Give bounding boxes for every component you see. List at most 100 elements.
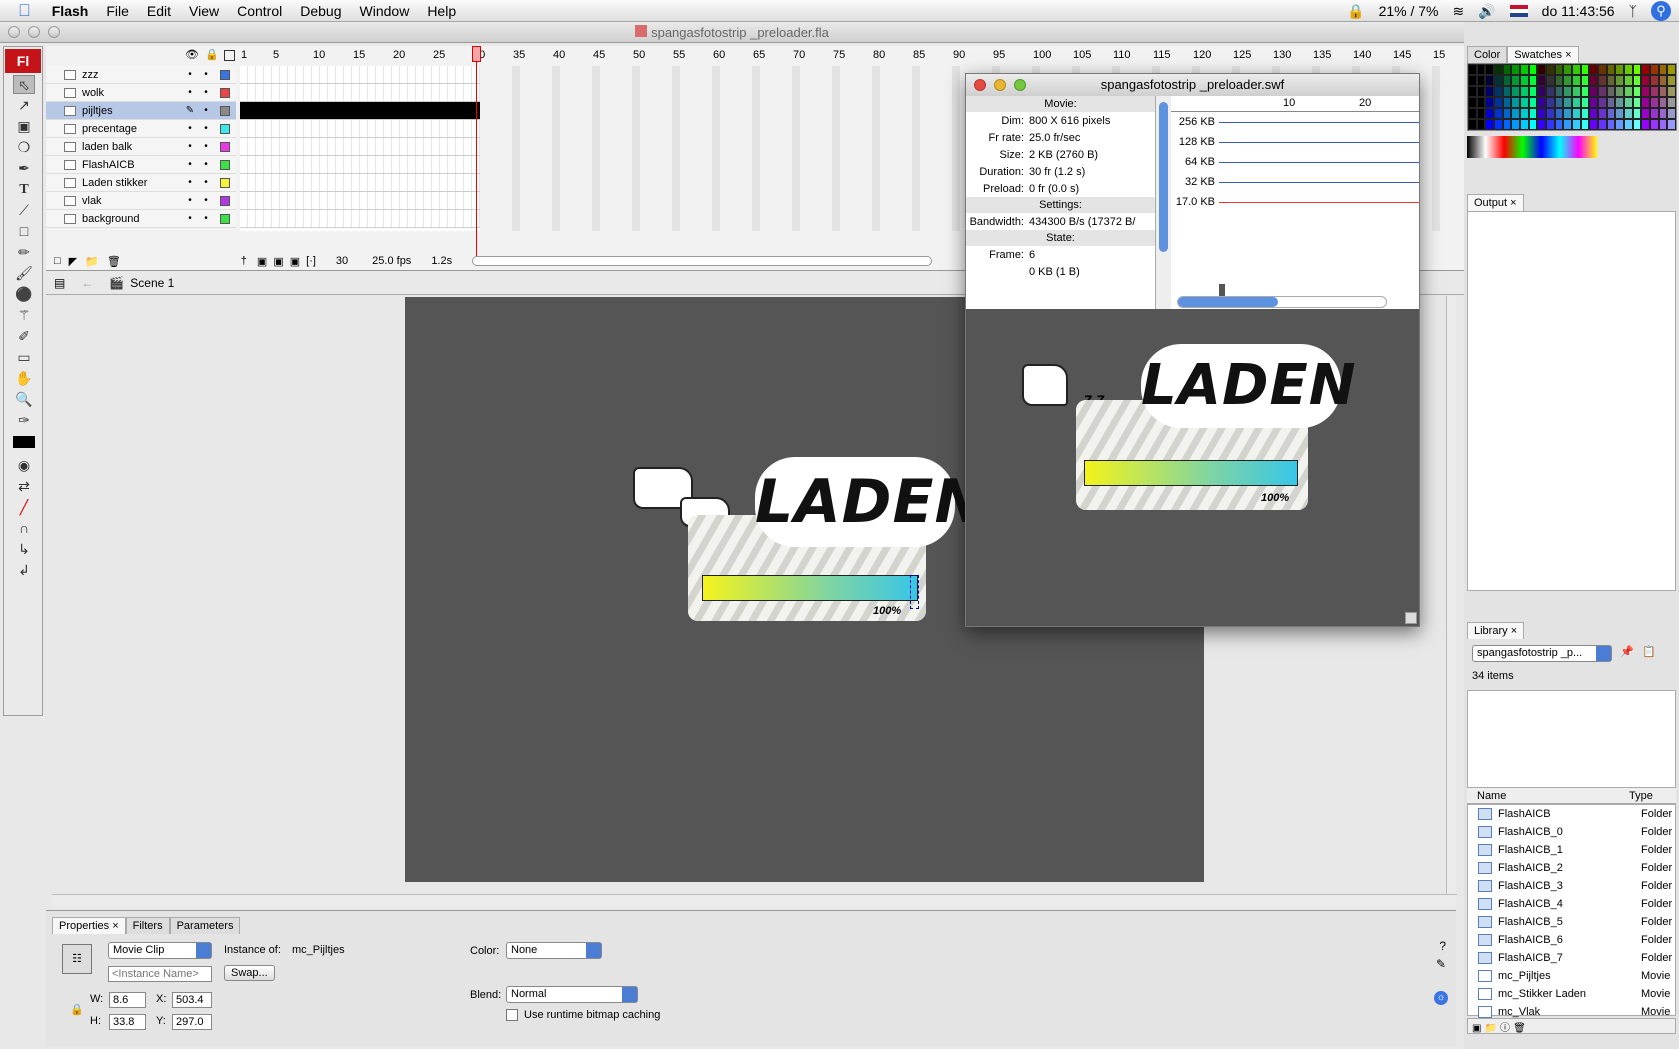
playhead-handle[interactable]: [472, 46, 481, 62]
swatch-cell[interactable]: [1546, 64, 1555, 75]
hand-tool-icon[interactable]: ✋: [13, 369, 35, 388]
apple-menu-icon[interactable]: : [0, 1, 43, 21]
swatch-cell[interactable]: [1658, 97, 1668, 108]
pen-tool-icon[interactable]: ✒: [13, 159, 35, 178]
layer-color[interactable]: [220, 87, 230, 98]
swatch-cell[interactable]: [1468, 86, 1477, 97]
swatch-cell[interactable]: [1641, 97, 1650, 108]
swatch-cell[interactable]: [1468, 97, 1477, 108]
swatch-cell[interactable]: [1598, 97, 1607, 108]
layer-row[interactable]: FlashAICB • •: [46, 156, 236, 174]
library-select[interactable]: spangasfotostrip _p...: [1472, 645, 1612, 662]
swatch-cell[interactable]: [1485, 119, 1494, 130]
swatch-cell[interactable]: [1641, 75, 1650, 86]
swatch-cell[interactable]: [1580, 75, 1590, 86]
list-item[interactable]: FlashAICB_7 Folder: [1468, 949, 1675, 967]
visibility-dot[interactable]: •: [198, 105, 214, 116]
swatch-cell[interactable]: [1494, 64, 1503, 75]
app-menu[interactable]: Flash: [43, 3, 98, 19]
swatch-cell[interactable]: [1641, 86, 1650, 97]
swatch-cell[interactable]: [1606, 64, 1616, 75]
visibility-dot[interactable]: •: [182, 213, 198, 224]
swatch-cell[interactable]: [1632, 64, 1642, 75]
brush-tool-icon[interactable]: 🖌: [13, 264, 35, 283]
swatch-cell[interactable]: [1563, 64, 1572, 75]
spotlight-icon[interactable]: ⚲: [1651, 1, 1671, 21]
list-item[interactable]: FlashAICB_1 Folder: [1468, 841, 1675, 859]
swatch-cell[interactable]: [1485, 86, 1494, 97]
swatch-cell[interactable]: [1520, 97, 1529, 108]
swatch-cell[interactable]: [1511, 75, 1520, 86]
swatch-cell[interactable]: [1572, 97, 1581, 108]
list-item[interactable]: mc_Stikker Laden Movie: [1468, 985, 1675, 1003]
onion-markers-icon[interactable]: [·]: [306, 255, 316, 267]
swatch-cell[interactable]: [1563, 86, 1572, 97]
col-name[interactable]: Name: [1477, 790, 1506, 802]
swatch-cell[interactable]: [1667, 64, 1676, 75]
close-icon[interactable]: ×: [1510, 197, 1516, 209]
frames-area[interactable]: [240, 66, 480, 231]
no-color-icon[interactable]: ╱: [13, 498, 35, 517]
bluetooth-icon[interactable]: ᛉ: [1629, 3, 1637, 19]
frame-row[interactable]: [240, 174, 480, 192]
swatch-cell[interactable]: [1468, 75, 1477, 86]
swatch-cell[interactable]: [1494, 86, 1503, 97]
frame-row[interactable]: [240, 138, 480, 156]
layer-row[interactable]: vlak • •: [46, 192, 236, 210]
lock-dot[interactable]: •: [198, 69, 214, 80]
swatch-cell[interactable]: [1589, 119, 1598, 130]
list-item[interactable]: FlashAICB_0 Folder: [1468, 823, 1675, 841]
onion-skin-icon[interactable]: ▣: [257, 255, 267, 268]
lock-dot[interactable]: •: [198, 177, 214, 188]
swatch-cell[interactable]: [1494, 108, 1503, 119]
swatch-cell[interactable]: [1485, 64, 1494, 75]
list-item[interactable]: FlashAICB_2 Folder: [1468, 859, 1675, 877]
swatch-cell[interactable]: [1537, 75, 1546, 86]
bitmap-caching-checkbox[interactable]: [506, 1009, 518, 1021]
visibility-dot[interactable]: •: [182, 141, 198, 152]
swatch-cell[interactable]: [1641, 108, 1650, 119]
lock-dot[interactable]: •: [198, 159, 214, 170]
close-icon[interactable]: ×: [112, 920, 118, 932]
zoom-tool-icon[interactable]: 🔍: [13, 390, 35, 409]
swatch-cell[interactable]: [1667, 75, 1676, 86]
swatch-cell[interactable]: [1658, 75, 1668, 86]
frame-ruler[interactable]: 1510152025303540455055606570758085909510…: [240, 47, 1445, 65]
swatch-cell[interactable]: [1502, 86, 1512, 97]
add-layer-icon[interactable]: □: [54, 255, 61, 267]
swatch-cell[interactable]: [1598, 75, 1607, 86]
scene-label[interactable]: Scene 1: [130, 276, 174, 290]
swatch-grid[interactable]: [1467, 63, 1677, 131]
layer-color[interactable]: [220, 159, 230, 170]
list-item[interactable]: FlashAICB_6 Folder: [1468, 931, 1675, 949]
swatch-cell[interactable]: [1650, 75, 1659, 86]
swatch-cell[interactable]: [1528, 64, 1538, 75]
layer-row[interactable]: zzz • •: [46, 66, 236, 84]
swatch-cell[interactable]: [1572, 108, 1581, 119]
swatch-cell[interactable]: [1606, 108, 1616, 119]
swatch-cell[interactable]: [1589, 108, 1598, 119]
swatch-cell[interactable]: [1520, 86, 1529, 97]
add-guide-icon[interactable]: ◤: [69, 255, 77, 268]
swatch-cell[interactable]: [1563, 75, 1572, 86]
rectangle-tool-icon[interactable]: □: [13, 222, 35, 241]
swatch-cell[interactable]: [1528, 86, 1538, 97]
swatch-cell[interactable]: [1650, 108, 1659, 119]
fill-bucket-icon[interactable]: ◉: [13, 456, 35, 475]
swatch-cell[interactable]: [1615, 64, 1624, 75]
swatch-cell[interactable]: [1580, 97, 1590, 108]
ink-bottle-tool-icon[interactable]: ⚫: [13, 285, 35, 304]
edit-icon[interactable]: ✎: [1436, 957, 1446, 971]
visibility-dot[interactable]: •: [182, 159, 198, 170]
wifi-icon[interactable]: ≋: [1453, 3, 1465, 20]
list-item[interactable]: mc_Pijltjes Movie: [1468, 967, 1675, 985]
battery-status[interactable]: 21% / 7%: [1379, 3, 1439, 19]
swatch-cell[interactable]: [1650, 97, 1659, 108]
accessibility-icon[interactable]: ☼: [1434, 991, 1448, 1005]
swatch-cell[interactable]: [1554, 97, 1564, 108]
swatch-cell[interactable]: [1563, 119, 1572, 130]
swatch-cell[interactable]: [1485, 97, 1494, 108]
menu-control[interactable]: Control: [228, 3, 291, 19]
outline-icon[interactable]: [224, 50, 235, 61]
eyedropper-tool-icon[interactable]: ✐: [13, 327, 35, 346]
